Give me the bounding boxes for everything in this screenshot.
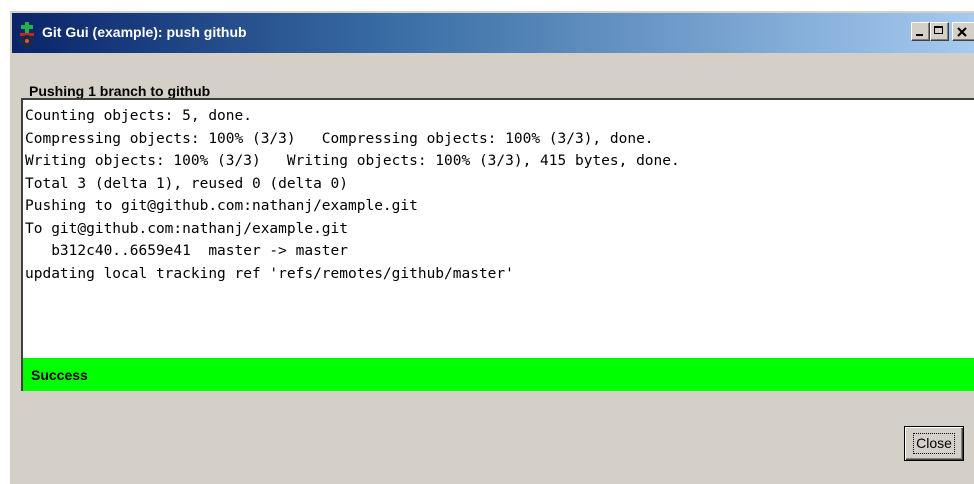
console-line: updating local tracking ref 'refs/remote…	[25, 265, 514, 282]
console-line: Pushing to git@github.com:nathanj/exampl…	[25, 198, 418, 214]
title-bar[interactable]: Git Gui (example): push github	[12, 13, 974, 53]
console-line: Writing objects: 100% (3/3) Writing obje…	[25, 153, 680, 169]
maximize-button[interactable]	[930, 22, 949, 41]
close-icon	[957, 27, 967, 37]
git-gui-icon	[20, 22, 34, 47]
console-line: Counting objects: 5, done.	[25, 108, 252, 124]
close-button-label: Close	[913, 433, 955, 454]
push-heading: Pushing 1 branch to github	[29, 83, 211, 99]
push-output-console[interactable]: Counting objects: 5, done. Compressing o…	[21, 98, 974, 358]
window-close-button[interactable]	[952, 22, 974, 41]
status-bar: Success	[21, 358, 974, 391]
console-line: b312c40..6659e41 master -> master	[25, 243, 349, 259]
minimize-button[interactable]	[911, 22, 930, 41]
git-gui-push-window: Git Gui (example): push github Pushing 1…	[9, 10, 974, 484]
console-line: To git@github.com:nathanj/example.git	[25, 220, 349, 237]
console-line: Total 3 (delta 1), reused 0 (delta 0)	[25, 175, 349, 192]
status-text: Success	[31, 367, 88, 383]
close-button[interactable]: Close	[904, 426, 964, 461]
window-title: Git Gui (example): push github	[42, 24, 247, 40]
console-line: Compressing objects: 100% (3/3) Compress…	[25, 130, 654, 147]
console-output: Counting objects: 5, done. Compressing o…	[25, 105, 680, 285]
